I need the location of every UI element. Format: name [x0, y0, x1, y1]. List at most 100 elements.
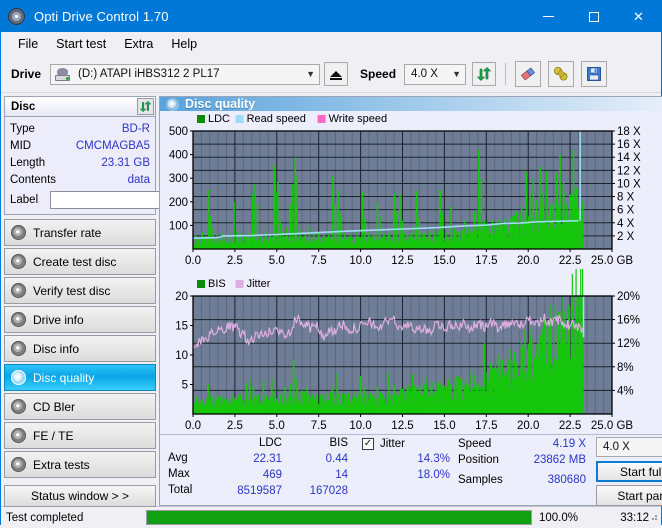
- main-panel-header: Disc quality: [160, 97, 662, 111]
- svg-text:Jitter: Jitter: [247, 278, 271, 290]
- svg-text:16 X: 16 X: [617, 139, 641, 151]
- svg-text:17.5: 17.5: [475, 255, 497, 267]
- eject-icon: [330, 71, 343, 80]
- sidebar-item-disc-info[interactable]: Disc info: [4, 335, 156, 362]
- stats-ldc-total: 8519587: [237, 485, 282, 497]
- progress-bar-fill: [147, 511, 531, 524]
- menu-item-file[interactable]: File: [9, 34, 47, 54]
- erase-button[interactable]: [515, 61, 542, 87]
- svg-text:5.0: 5.0: [269, 255, 285, 267]
- save-icon: [587, 67, 601, 81]
- maximize-button[interactable]: [571, 1, 616, 32]
- disc-panel-title: Disc: [11, 100, 36, 113]
- disc-panel-header: Disc: [5, 97, 155, 117]
- jitter-toggle[interactable]: ✓ Jitter: [362, 436, 458, 451]
- save-button[interactable]: [581, 61, 608, 87]
- start-full-button[interactable]: Start full: [596, 461, 662, 482]
- svg-text:7.5: 7.5: [311, 420, 327, 432]
- jitter-checkbox[interactable]: ✓: [362, 437, 374, 450]
- chevron-down-icon: ▼: [452, 69, 461, 79]
- disc-write-icon: [11, 254, 26, 269]
- sidebar-item-label: FE / TE: [33, 428, 74, 443]
- speed-label: Speed: [360, 67, 397, 81]
- svg-text:400: 400: [169, 150, 188, 162]
- svg-text:5.0: 5.0: [269, 420, 285, 432]
- svg-text:10: 10: [175, 350, 188, 362]
- sidebar-item-label: Disc quality: [33, 370, 95, 385]
- window-title: Opti Drive Control 1.70: [34, 9, 169, 24]
- disc-row-value: 23.31 GB: [101, 156, 150, 169]
- app-disc-icon: [8, 8, 25, 25]
- progress-percent: 100.0%: [539, 511, 579, 524]
- speed-label: Speed: [458, 438, 492, 450]
- svg-text:BIS: BIS: [208, 278, 226, 290]
- svg-text:15.0: 15.0: [433, 420, 455, 432]
- disc-row-value: CMCMAGBA5: [75, 139, 150, 152]
- samples-value: 380680: [547, 474, 586, 486]
- svg-text:22.5: 22.5: [559, 255, 581, 267]
- svg-text:8 X: 8 X: [617, 192, 635, 204]
- sidebar-item-disc-quality[interactable]: Disc quality: [4, 364, 156, 391]
- refresh-button[interactable]: [472, 62, 497, 86]
- disc-quality-icon: [166, 97, 179, 111]
- disc-verify-icon: [11, 283, 26, 298]
- disc-bler-icon: [11, 399, 26, 414]
- stats-ldc-max: 469: [262, 469, 282, 481]
- svg-text:12.5: 12.5: [391, 255, 413, 267]
- settings-button[interactable]: [548, 61, 575, 87]
- drive-select[interactable]: (D:) ATAPI iHBS312 2 PL17 ▼: [50, 63, 321, 85]
- stats-header-ldc: LDC: [258, 437, 282, 449]
- minimize-button[interactable]: [526, 1, 571, 32]
- disc-row-type: Type BD-R: [10, 120, 150, 137]
- speed-value: 4.19 X: [552, 438, 586, 450]
- svg-text:8%: 8%: [617, 362, 634, 374]
- svg-text:12 X: 12 X: [617, 165, 641, 177]
- svg-text:22.5: 22.5: [559, 420, 581, 432]
- samples-label: Samples: [458, 474, 503, 486]
- sidebar-item-label: Drive info: [33, 312, 84, 327]
- chevron-down-icon: ▼: [306, 69, 315, 79]
- start-part-button[interactable]: Start part: [596, 485, 662, 506]
- menu-item-start-test[interactable]: Start test: [47, 34, 115, 54]
- sidebar-item-cd-bler[interactable]: CD Bler: [4, 393, 156, 420]
- speed-select-value: 4.0 X: [411, 68, 438, 80]
- nav-list: Transfer rate Create test disc Verify te…: [4, 219, 156, 478]
- sidebar-item-verify-test-disc[interactable]: Verify test disc: [4, 277, 156, 304]
- drive-label: Drive: [11, 67, 42, 81]
- progress-bar: [146, 510, 532, 525]
- eject-button[interactable]: [324, 62, 349, 86]
- sidebar-item-drive-info[interactable]: Drive info: [4, 306, 156, 333]
- stats-bis-total: 167028: [309, 485, 348, 497]
- close-button[interactable]: ✕: [616, 1, 661, 32]
- svg-text:10 X: 10 X: [617, 178, 641, 190]
- status-window-button[interactable]: Status window > >: [4, 485, 156, 507]
- svg-text:2.5: 2.5: [227, 255, 243, 267]
- disc-refresh-button[interactable]: [137, 98, 154, 115]
- sidebar-item-fe-te[interactable]: FE / TE: [4, 422, 156, 449]
- svg-text:Read speed: Read speed: [247, 113, 306, 125]
- sidebar-item-create-test-disc[interactable]: Create test disc: [4, 248, 156, 275]
- app-window: Opti Drive Control 1.70 ✕ File Start tes…: [0, 0, 662, 528]
- sidebar: Disc Type BD-R MID CMCMAGBA5 Length 23.3…: [1, 93, 251, 507]
- svg-text:300: 300: [169, 173, 188, 185]
- disc-row-key: Type: [10, 122, 35, 135]
- disc-panel: Disc Type BD-R MID CMCMAGBA5 Length 23.3…: [4, 96, 251, 215]
- sidebar-item-extra-tests[interactable]: Extra tests: [4, 451, 156, 478]
- main-panel: Disc quality LDC Read speed Write speed 100…: [159, 96, 662, 506]
- stats-row-labels: Avg Max Total: [160, 435, 216, 507]
- resize-grip-icon[interactable]: [648, 511, 658, 521]
- position-value: 23862 MB: [533, 454, 586, 466]
- menu-item-extra[interactable]: Extra: [115, 34, 162, 54]
- maximize-icon: [588, 11, 599, 22]
- sidebar-item-transfer-rate[interactable]: Transfer rate: [4, 219, 156, 246]
- jitter-label: Jitter: [380, 437, 405, 450]
- stats-col-ldc: LDC 22.31 469 8519587: [216, 435, 282, 507]
- disc-drive-icon: [11, 312, 26, 327]
- speed-select[interactable]: 4.0 X ▼: [404, 63, 467, 85]
- disc-label-key: Label: [10, 193, 39, 206]
- svg-text:25.0 GB: 25.0 GB: [591, 255, 634, 267]
- stats-label-avg: Avg: [168, 452, 188, 464]
- test-speed-select[interactable]: 4.0 X ▼: [596, 437, 662, 457]
- menu-item-help[interactable]: Help: [162, 34, 206, 54]
- content-area: Disc Type BD-R MID CMCMAGBA5 Length 23.3…: [1, 93, 662, 507]
